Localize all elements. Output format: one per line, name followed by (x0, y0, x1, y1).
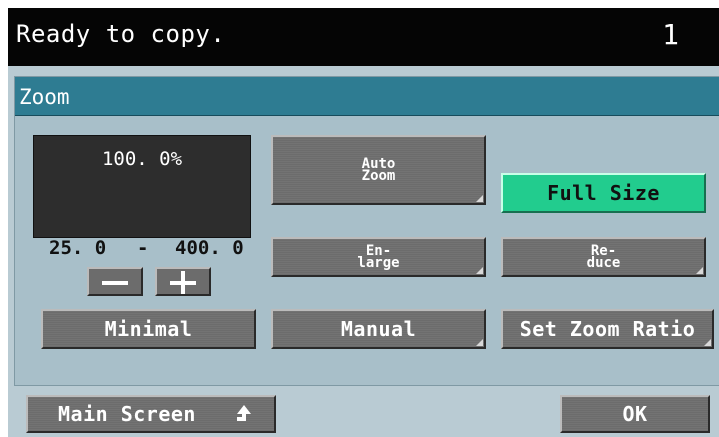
copier-screen: Ready to copy. 1 Zoom 100. 0% 25. 0 - 40… (8, 8, 719, 437)
zoom-ratio-display: 100. 0% (33, 135, 251, 238)
auto-zoom-label: Auto Zoom (361, 156, 396, 184)
enlarge-button[interactable]: En- large (271, 237, 486, 277)
manual-label: Manual (340, 317, 417, 341)
zoom-decrease-button[interactable] (87, 267, 143, 296)
full-size-button[interactable]: Full Size (501, 173, 706, 213)
main-screen-button[interactable]: Main Screen (26, 395, 276, 433)
copy-count: 1 (662, 18, 679, 51)
manual-button[interactable]: Manual (271, 309, 486, 349)
enlarge-label: En- large (357, 243, 400, 271)
set-zoom-ratio-label: Set Zoom Ratio (519, 317, 696, 341)
zoom-panel: Zoom 100. 0% 25. 0 - 400. 0 Auto Zoom Fu… (14, 76, 719, 386)
ok-label: OK (622, 402, 648, 426)
zoom-range-separator: - (137, 237, 149, 259)
set-zoom-ratio-button[interactable]: Set Zoom Ratio (501, 309, 714, 349)
reduce-label: Re- duce (586, 243, 621, 271)
status-message: Ready to copy. (16, 20, 226, 48)
ok-button[interactable]: OK (560, 395, 710, 433)
minimal-label: Minimal (104, 317, 193, 341)
up-arrow-icon (237, 405, 251, 421)
zoom-range-max: 400. 0 (175, 237, 244, 259)
zoom-range-min: 25. 0 (49, 237, 107, 259)
full-size-label: Full Size (547, 181, 660, 205)
minimal-button[interactable]: Minimal (41, 309, 256, 349)
main-screen-label: Main Screen (58, 402, 196, 426)
reduce-button[interactable]: Re- duce (501, 237, 706, 277)
zoom-panel-header: Zoom (15, 77, 719, 116)
zoom-increase-button[interactable] (155, 267, 211, 296)
zoom-ratio-value: 100. 0% (101, 148, 183, 170)
zoom-panel-title: Zoom (19, 85, 70, 109)
status-bar: Ready to copy. 1 (8, 8, 719, 66)
auto-zoom-button[interactable]: Auto Zoom (271, 135, 486, 205)
